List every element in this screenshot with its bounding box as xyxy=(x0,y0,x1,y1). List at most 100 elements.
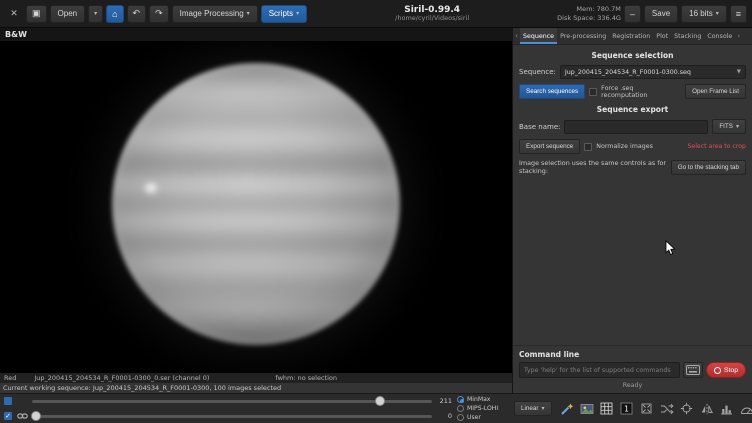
link-sliders-icon[interactable] xyxy=(16,412,28,420)
working-sequence-label: Current working sequence: Jup_200415_204… xyxy=(3,384,282,392)
svg-text:1: 1 xyxy=(624,405,629,414)
bit-depth-dropdown[interactable]: 16 bits ▾ xyxy=(681,4,727,23)
photo-icon[interactable] xyxy=(579,401,595,417)
window-icon[interactable]: ▣ xyxy=(26,4,47,23)
tabs-scroll-left-icon[interactable]: ‹ xyxy=(513,28,520,44)
jupiter-image xyxy=(112,63,400,345)
tab-stacking[interactable]: Stacking xyxy=(671,28,704,44)
channel-mode-label: B&W xyxy=(5,30,27,39)
radio-user[interactable]: User xyxy=(457,414,509,422)
tab-sequence[interactable]: Sequence xyxy=(520,28,558,44)
command-input[interactable] xyxy=(519,362,681,378)
lo-checkbox[interactable] xyxy=(4,412,12,420)
stop-button[interactable]: Stop xyxy=(706,362,746,378)
sequence-combobox[interactable]: Jup_200415_204534_R_F0001-0300.seq ▼ xyxy=(559,65,746,79)
resource-info: Mem: 780.7M Disk Space: 336.4G xyxy=(557,5,621,23)
radio-minmax[interactable]: MinMax xyxy=(457,396,509,404)
command-line-title: Command line xyxy=(519,350,580,359)
fit-icon[interactable] xyxy=(639,401,655,417)
titlebar-left: ✕ ▣ Open ▾ ⌂ ↶ ↷ Image Processing ▾ Scrip… xyxy=(5,4,308,23)
sequence-selection-title: Sequence selection xyxy=(591,51,674,60)
wand-icon[interactable] xyxy=(559,401,575,417)
tab-plot[interactable]: Plot xyxy=(653,28,671,44)
close-icon[interactable]: ✕ xyxy=(5,5,23,23)
siril-window: ✕ ▣ Open ▾ ⌂ ↶ ↷ Image Processing ▾ Scrip… xyxy=(0,0,752,423)
force-seq-recompute-checkbox[interactable] xyxy=(589,87,598,96)
command-status: Ready xyxy=(622,382,643,389)
hi-value: 211 xyxy=(439,397,452,405)
scale-dropdown[interactable]: Linear ▾ xyxy=(514,401,552,416)
memory-usage: Mem: 780.7M xyxy=(576,4,621,13)
scripts-menu[interactable]: Scripts ▾ xyxy=(260,4,308,23)
normalize-images-label: Normalize images xyxy=(596,143,653,150)
jupiter-bands xyxy=(112,63,400,345)
hi-slider[interactable] xyxy=(32,396,432,406)
image-processing-menu[interactable]: Image Processing ▾ xyxy=(171,4,258,23)
viewer-column: B&W Red Jup_200415_204534_R_F0001-0300_0… xyxy=(0,28,512,393)
search-sequences-button[interactable]: Search sequences xyxy=(519,84,586,99)
base-name-label: Base name: xyxy=(519,122,561,131)
titlebar-right: Mem: 780.7M Disk Space: 336.4G – Save 16… xyxy=(557,4,747,23)
histogram-icon[interactable] xyxy=(719,401,735,417)
viewer-header: B&W xyxy=(0,28,512,41)
force-seq-recompute-label: Force .seq recomputation xyxy=(601,84,648,99)
hi-slider-thumb[interactable] xyxy=(375,396,385,406)
sequence-export-title: Sequence export xyxy=(596,105,669,114)
zoom-actual-icon[interactable]: 1 xyxy=(619,401,635,417)
lo-slider-thumb[interactable] xyxy=(31,411,41,421)
open-frame-list-button[interactable]: Open Frame List xyxy=(685,84,746,99)
titlebar: ✕ ▣ Open ▾ ⌂ ↶ ↷ Image Processing ▾ Scrip… xyxy=(0,0,752,28)
sequence-combobox-value: Jup_200415_204534_R_F0001-0300.seq xyxy=(564,68,691,76)
cut-sliders: 211 0 xyxy=(4,396,452,421)
tab-registration[interactable]: Registration xyxy=(609,28,653,44)
base-name-input[interactable] xyxy=(564,119,709,134)
grid-icon[interactable] xyxy=(599,401,615,417)
tabs-scroll-right-icon[interactable]: › xyxy=(735,28,742,44)
snapshot-icon[interactable]: – xyxy=(623,4,641,23)
sequence-status-bar: Current working sequence: Jup_200415_204… xyxy=(0,383,512,393)
keyboard-icon[interactable] xyxy=(683,362,704,378)
sequence-label: Sequence: xyxy=(519,68,556,76)
display-controls-bar: 211 0 MinMax MIPS-LOHI xyxy=(0,393,752,423)
viewer-toolbar: 1 xyxy=(559,401,752,417)
channel-label: Red xyxy=(4,374,17,382)
export-sequence-button[interactable]: Export sequence xyxy=(519,139,581,154)
hi-cursor-icon[interactable] xyxy=(4,397,12,405)
display-mode-radios: MinMax MIPS-LOHI User xyxy=(457,396,509,422)
shuffle-icon[interactable] xyxy=(659,401,675,417)
bright-spot xyxy=(145,183,157,193)
disk-space: Disk Space: 336.4G xyxy=(557,13,621,22)
hamburger-menu-button[interactable]: ≡ xyxy=(729,4,747,23)
open-button[interactable]: Open xyxy=(49,4,86,23)
stacking-note: Image selection uses the same controls a… xyxy=(519,159,667,175)
stop-icon xyxy=(714,366,722,374)
redo-icon[interactable]: ↷ xyxy=(149,4,169,23)
lo-slider[interactable] xyxy=(31,411,432,421)
panel-tabbar: ‹ Sequence Pre-processing Registration P… xyxy=(513,28,752,45)
home-button[interactable]: ⌂ xyxy=(106,4,124,23)
radio-user-dot xyxy=(457,414,464,421)
command-line-section: Command line Stop Ready xyxy=(513,345,752,393)
window-title: Siril-0.99.4 /home/cyril/Videos/siril xyxy=(311,5,553,23)
tab-pre-processing[interactable]: Pre-processing xyxy=(557,28,609,44)
crosshair-icon[interactable] xyxy=(679,401,695,417)
chevron-down-icon: ▼ xyxy=(736,69,741,75)
sequence-panel: Sequence selection Sequence: Jup_200415_… xyxy=(513,45,752,345)
save-button[interactable]: Save xyxy=(643,4,679,23)
go-to-stacking-button[interactable]: Go to the stacking tab xyxy=(670,159,746,175)
crop-hint-label: Select area to crop xyxy=(687,143,746,150)
undo-icon[interactable]: ↶ xyxy=(126,4,147,23)
open-recent-dropdown[interactable]: ▾ xyxy=(88,4,104,23)
mirror-icon[interactable] xyxy=(699,401,715,417)
radio-mips-lohi[interactable]: MIPS-LOHI xyxy=(457,405,509,413)
tab-console[interactable]: Console xyxy=(704,28,735,44)
lo-value: 0 xyxy=(447,412,452,420)
protractor-icon[interactable] xyxy=(739,401,752,417)
export-format-dropdown[interactable]: FITS ▾ xyxy=(712,119,746,134)
main-content: B&W Red Jup_200415_204534_R_F0001-0300_0… xyxy=(0,28,752,393)
image-status-bar: Red Jup_200415_204534_R_F0001-0300_0.ser… xyxy=(0,373,512,383)
radio-mips-lohi-dot xyxy=(457,405,464,412)
image-canvas[interactable] xyxy=(0,41,512,373)
radio-minmax-dot xyxy=(457,396,464,403)
normalize-images-checkbox[interactable] xyxy=(584,142,593,151)
